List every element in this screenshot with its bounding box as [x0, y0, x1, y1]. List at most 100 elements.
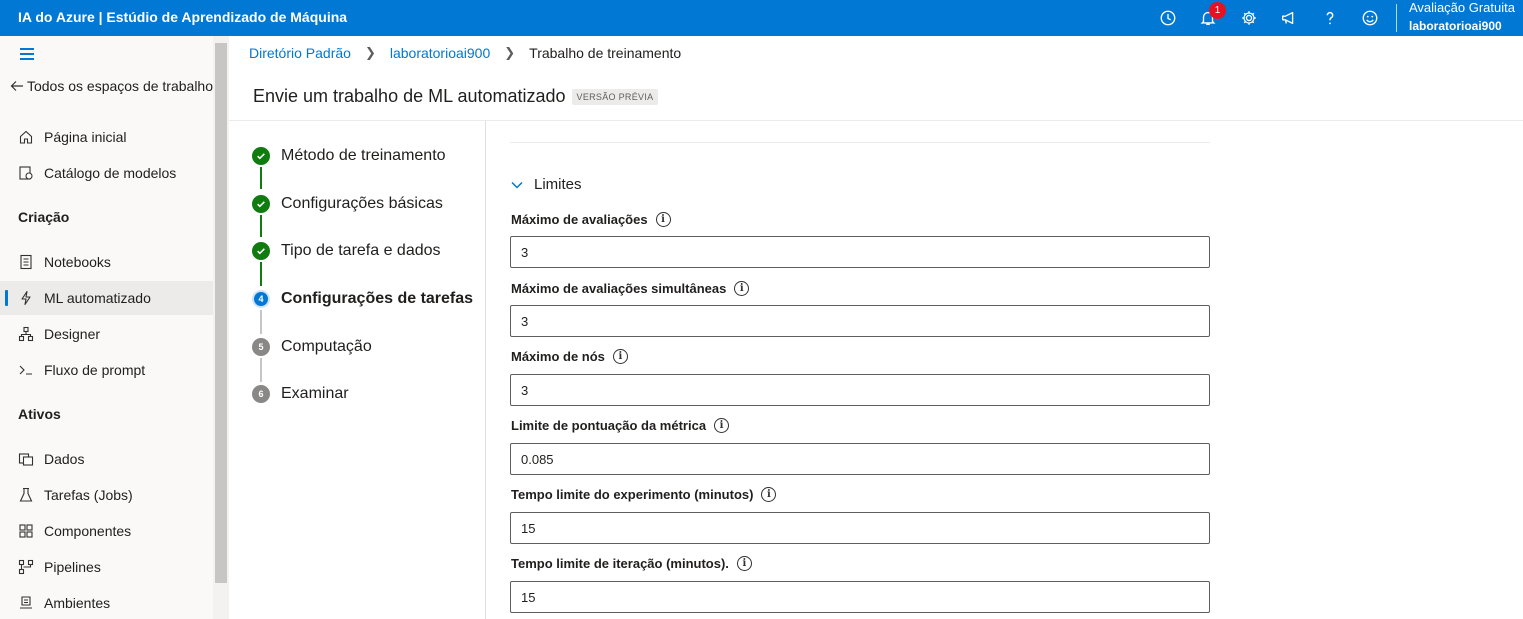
sidebar-item-label: Página inicial: [44, 129, 127, 145]
max-concurrent-trials-input[interactable]: [510, 305, 1210, 337]
breadcrumb-directory[interactable]: Diretório Padrão: [249, 45, 351, 61]
back-label: Todos os espaços de trabalho: [26, 78, 213, 94]
notification-badge: 1: [1209, 2, 1226, 19]
breadcrumb-current: Trabalho de treinamento: [529, 45, 682, 61]
field-label-text: Limite de pontuação da métrica: [511, 418, 707, 433]
sidebar-item-prompt-flow[interactable]: Fluxo de prompt: [0, 353, 213, 387]
model-catalog-icon: [0, 165, 44, 181]
sidebar-item-label: ML automatizado: [44, 290, 151, 306]
sidebar-item-model-catalog[interactable]: Catálogo de modelos: [0, 156, 213, 190]
back-to-workspaces[interactable]: Todos os espaços de trabalho: [0, 69, 213, 103]
sidebar-item-label: Catálogo de modelos: [44, 165, 177, 181]
info-icon[interactable]: i: [655, 212, 671, 227]
automl-icon: [0, 290, 44, 306]
step-number: 5: [252, 338, 270, 356]
app-title[interactable]: IA do Azure | Estúdio de Aprendizado de …: [18, 9, 347, 25]
sidebar-item-data[interactable]: Dados: [0, 442, 213, 476]
field-label-text: Máximo de nós: [511, 349, 605, 364]
sidebar-item-automl[interactable]: ML automatizado: [0, 281, 213, 315]
notebook-icon: [0, 254, 44, 270]
home-icon: [0, 129, 44, 145]
limits-section-toggle[interactable]: Limites: [510, 176, 582, 193]
step-task-type-data[interactable]: Tipo de tarefa e dados: [252, 242, 441, 260]
sidebar-item-environments[interactable]: Ambientes: [0, 586, 213, 619]
sidebar-item-label: Designer: [44, 326, 101, 342]
account-plan: Avaliação Gratuita: [1409, 0, 1515, 15]
sidebar-scrollbar[interactable]: [213, 36, 229, 619]
sidebar-item-notebooks[interactable]: Notebooks: [0, 245, 213, 279]
step-basic-settings[interactable]: Configurações básicas: [252, 195, 443, 213]
field-label-text: Tempo limite do experimento (minutos): [511, 487, 754, 502]
form-divider: [510, 142, 1210, 143]
chevron-right-icon: ❯: [504, 45, 516, 60]
step-label: Computação: [281, 338, 372, 355]
top-bar: IA do Azure | Estúdio de Aprendizado de …: [0, 0, 1523, 36]
experiment-timeout-input[interactable]: [510, 512, 1210, 544]
step-label: Configurações de tarefas: [281, 290, 474, 307]
flask-icon: [0, 487, 44, 503]
step-compute[interactable]: 5 Computação: [252, 338, 372, 356]
components-icon: [0, 523, 44, 539]
info-icon[interactable]: i: [736, 556, 752, 571]
breadcrumb: Diretório Padrão ❯ laboratorioai900 ❯ Tr…: [249, 45, 681, 61]
chevron-down-icon: [511, 181, 523, 189]
experiment-timeout-label: Tempo limite do experimento (minutos) i: [511, 487, 777, 502]
metric-threshold-label: Limite de pontuação da métrica i: [511, 418, 730, 433]
sidebar-item-label: Notebooks: [44, 254, 111, 270]
clock-icon[interactable]: [1156, 6, 1180, 30]
step-connector: [260, 167, 262, 189]
max-nodes-input[interactable]: [510, 374, 1210, 406]
preview-badge: VERSÃO PRÉVIA: [571, 88, 659, 105]
section-assets: Ativos: [18, 406, 61, 422]
step-connector: [260, 215, 262, 237]
iteration-timeout-label: Tempo limite de iteração (minutos). i: [511, 556, 752, 571]
checkmark-icon: [252, 242, 270, 260]
sidebar-item-home[interactable]: Página inicial: [0, 120, 213, 154]
environment-icon: [0, 595, 44, 611]
step-connector: [260, 358, 262, 382]
step-label: Configurações básicas: [281, 195, 443, 212]
field-label-text: Máximo de avaliações simultâneas: [511, 281, 727, 296]
step-label: Tipo de tarefa e dados: [281, 242, 441, 259]
sidebar-scrollbar-thumb[interactable]: [215, 43, 227, 583]
metric-threshold-input[interactable]: [510, 443, 1210, 475]
sidebar-item-label: Fluxo de prompt: [44, 362, 146, 378]
arrow-left-icon: [0, 78, 27, 94]
iteration-timeout-input[interactable]: [510, 581, 1210, 613]
content-divider: [229, 120, 1523, 121]
sidebar-item-label: Pipelines: [44, 559, 101, 575]
bell-icon[interactable]: 1: [1196, 2, 1226, 30]
sidebar-item-label: Componentes: [44, 523, 132, 539]
megaphone-icon[interactable]: [1277, 6, 1301, 30]
step-task-settings[interactable]: 4 Configurações de tarefas: [252, 290, 473, 308]
left-nav: Todos os espaços de trabalho Página inic…: [0, 36, 213, 619]
max-trials-input[interactable]: [510, 236, 1210, 268]
step-review[interactable]: 6 Examinar: [252, 385, 349, 403]
sidebar-item-jobs[interactable]: Tarefas (Jobs): [0, 478, 213, 512]
step-connector: [260, 310, 262, 334]
page-title-text: Envie um trabalho de ML automatizado: [253, 86, 566, 106]
hamburger-menu-icon[interactable]: [18, 44, 38, 62]
info-icon[interactable]: i: [734, 281, 750, 296]
info-icon[interactable]: i: [612, 349, 628, 364]
info-icon[interactable]: i: [761, 487, 777, 502]
step-label: Método de treinamento: [281, 147, 446, 164]
sidebar-item-designer[interactable]: Designer: [0, 317, 213, 351]
field-label-text: Tempo limite de iteração (minutos).: [511, 556, 729, 571]
account-menu[interactable]: Avaliação Gratuita laboratorioai900: [1409, 0, 1523, 36]
sidebar-item-pipelines[interactable]: Pipelines: [0, 550, 213, 584]
info-icon[interactable]: i: [714, 418, 730, 433]
sidebar-item-components[interactable]: Componentes: [0, 514, 213, 548]
page-title: Envie um trabalho de ML automatizado VER…: [253, 86, 659, 107]
designer-icon: [0, 326, 44, 342]
help-icon[interactable]: [1318, 6, 1342, 30]
wizard-divider: [485, 121, 486, 619]
gear-icon[interactable]: [1237, 6, 1261, 30]
breadcrumb-workspace[interactable]: laboratorioai900: [390, 45, 490, 61]
prompt-icon: [0, 362, 44, 378]
step-training-method[interactable]: Método de treinamento: [252, 147, 446, 165]
account-workspace: laboratorioai900: [1409, 19, 1502, 33]
max-concurrent-trials-label: Máximo de avaliações simultâneas i: [511, 281, 750, 296]
topbar-divider: [1396, 4, 1397, 32]
smiley-icon[interactable]: [1358, 6, 1382, 30]
